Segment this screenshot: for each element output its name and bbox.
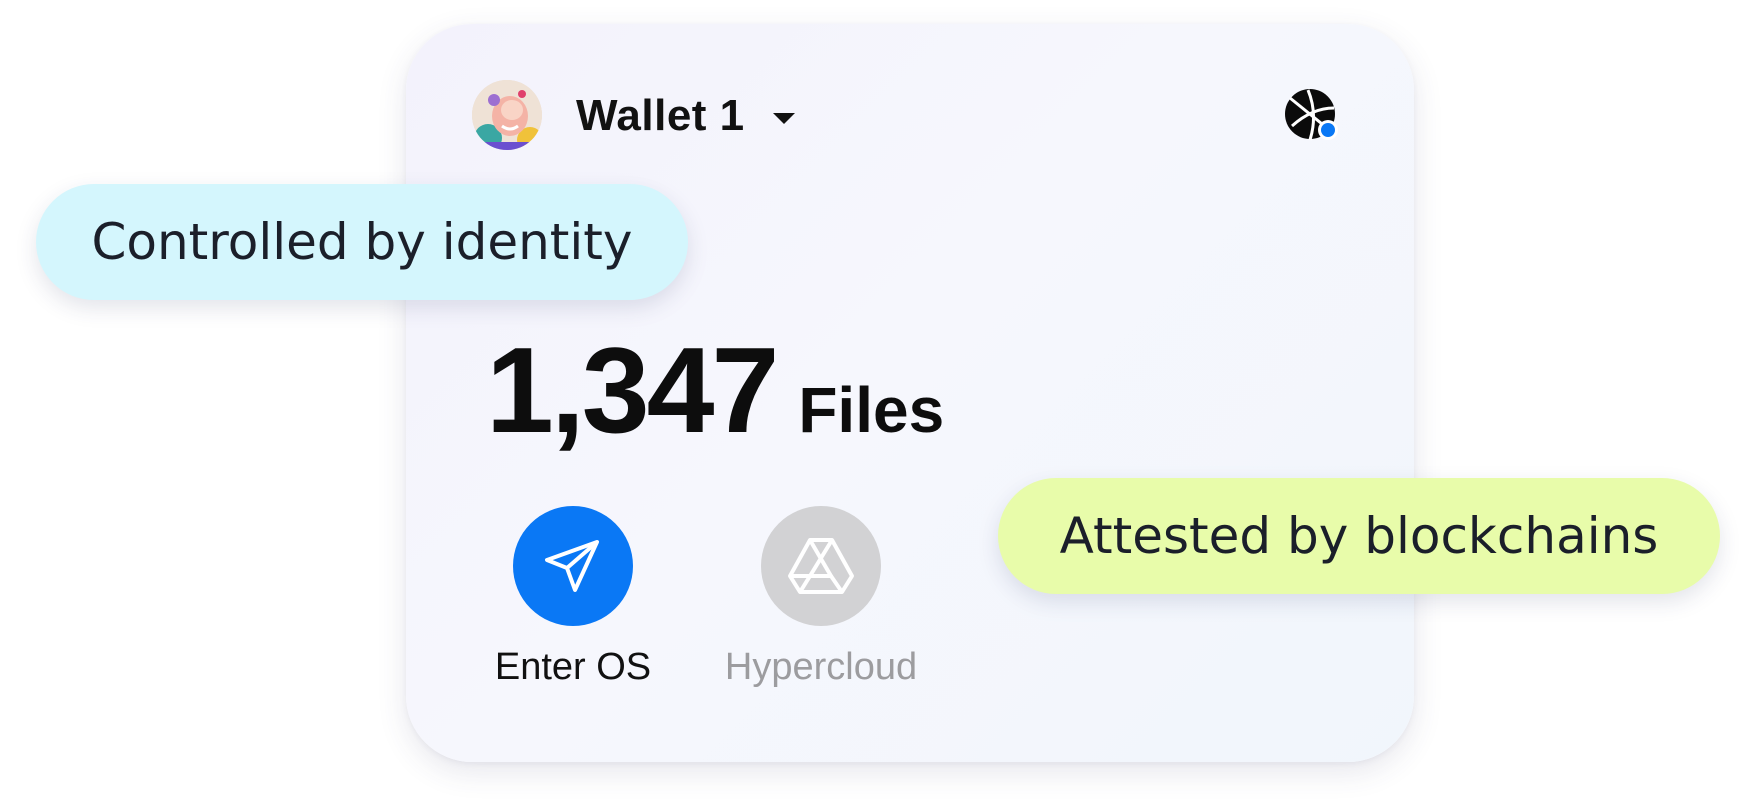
chevron-down-icon — [772, 112, 795, 124]
files-summary: 1,347 Files — [486, 320, 944, 460]
hypercloud-button[interactable]: Hypercloud — [721, 506, 921, 689]
hypercloud-circle — [761, 506, 881, 626]
network-globe-icon[interactable] — [1282, 86, 1342, 146]
enter-os-label: Enter OS — [494, 646, 652, 688]
enter-os-button[interactable]: Enter OS — [473, 506, 673, 689]
send-icon — [545, 540, 599, 592]
identity-callout: Controlled by identity — [36, 184, 688, 300]
files-count: 1,347 — [486, 322, 779, 458]
avatar[interactable] — [472, 80, 542, 150]
hypercloud-label: Hypercloud — [724, 646, 918, 688]
avatar-illustration-icon — [472, 80, 542, 150]
network-status-dot — [1321, 123, 1335, 137]
stage: Wallet 1 a799 1,347 — [0, 0, 1760, 800]
wallet-name: Wallet 1 — [576, 91, 745, 140]
files-unit: Files — [798, 374, 945, 446]
wallet-card: Wallet 1 a799 1,347 — [406, 24, 1414, 762]
blockchain-callout: Attested by blockchains — [998, 478, 1720, 594]
wallet-selector[interactable]: Wallet 1 — [576, 86, 795, 146]
hypercloud-icon — [788, 538, 854, 594]
enter-os-circle — [513, 506, 633, 626]
